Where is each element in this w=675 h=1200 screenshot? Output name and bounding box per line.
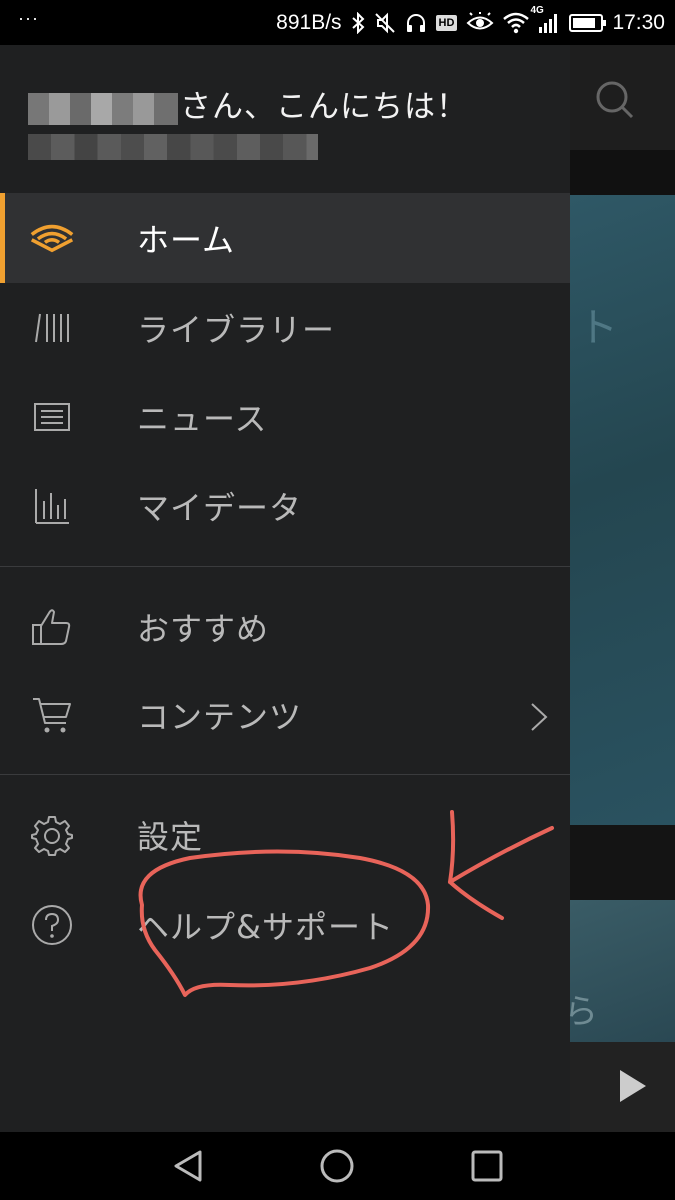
mute-icon (374, 11, 396, 35)
menu-label-recommend: おすすめ (137, 610, 270, 648)
background-app: ト ら (570, 45, 675, 1132)
greeting: さん、こんにちは！ (28, 81, 468, 126)
menu-label-mydata: マイデータ (137, 489, 303, 527)
section-divider (570, 825, 675, 900)
home-icon[interactable] (319, 1148, 355, 1184)
menu-item-help[interactable]: ヘルプ&サポート (0, 880, 570, 970)
menu-item-home[interactable]: ホーム (0, 193, 570, 283)
back-icon[interactable] (170, 1148, 206, 1184)
clock: 17:30 (612, 10, 665, 34)
system-nav-bar (0, 1132, 675, 1200)
menu-divider (0, 774, 570, 775)
card-text: ら (570, 992, 598, 1032)
menu-item-settings[interactable]: 設定 (0, 790, 570, 880)
menu-label-settings: 設定 (137, 818, 204, 856)
network-type: 4G (530, 4, 544, 16)
library-icon (30, 306, 74, 350)
menu-item-contents[interactable]: コンテンツ (0, 670, 570, 760)
battery-level (573, 17, 596, 28)
user-email-redacted (28, 134, 318, 160)
navigation-drawer: さん、こんにちは！ ホーム ライブラリー ニュース マイデータ おすすめ コンテ… (0, 45, 570, 1132)
notification-dots: ··· (18, 8, 39, 28)
menu-label-home: ホーム (137, 221, 236, 259)
hd-badge: HD (435, 14, 458, 31)
news-icon (30, 395, 74, 439)
hero-text: ト (578, 305, 618, 351)
mini-player[interactable] (570, 1042, 675, 1132)
battery-icon (569, 13, 607, 32)
play-icon[interactable] (620, 1070, 646, 1102)
menu-item-recommend[interactable]: おすすめ (0, 582, 570, 672)
menu-item-mydata[interactable]: マイデータ (0, 461, 570, 551)
menu-label-help: ヘルプ&サポート (137, 908, 394, 946)
menu-label-library: ライブラリー (137, 311, 336, 349)
greeting-text: さん、こんにちは！ (180, 89, 468, 125)
chevron-right-icon (530, 702, 548, 736)
bluetooth-icon (351, 11, 365, 35)
eye-icon (466, 11, 494, 35)
menu-divider (0, 566, 570, 567)
user-name-redacted (28, 92, 178, 125)
gear-icon (30, 813, 74, 857)
menu-item-news[interactable]: ニュース (0, 372, 570, 462)
wifi-icon (503, 11, 530, 35)
chart-icon (30, 484, 74, 528)
recents-icon[interactable] (469, 1148, 505, 1184)
tab-strip (570, 150, 675, 195)
thumbs-up-icon (30, 605, 74, 649)
audible-icon (30, 216, 74, 260)
network-speed: 891B/s (276, 10, 342, 34)
signal-icon: 4G (530, 5, 560, 35)
status-icons: 891B/s HD 4G 17:30 (276, 0, 665, 45)
status-bar: ··· 891B/s HD 4G 17:30 (0, 0, 675, 45)
hero-banner[interactable]: ト (570, 195, 675, 825)
headphones-icon (405, 11, 427, 35)
menu-label-contents: コンテンツ (137, 698, 303, 736)
menu-label-news: ニュース (137, 400, 268, 438)
help-icon (30, 903, 74, 947)
app-toolbar (570, 45, 675, 150)
search-icon[interactable] (594, 79, 636, 125)
cart-icon (30, 693, 74, 737)
menu-item-library[interactable]: ライブラリー (0, 283, 570, 373)
content-card[interactable]: ら (570, 900, 675, 1042)
